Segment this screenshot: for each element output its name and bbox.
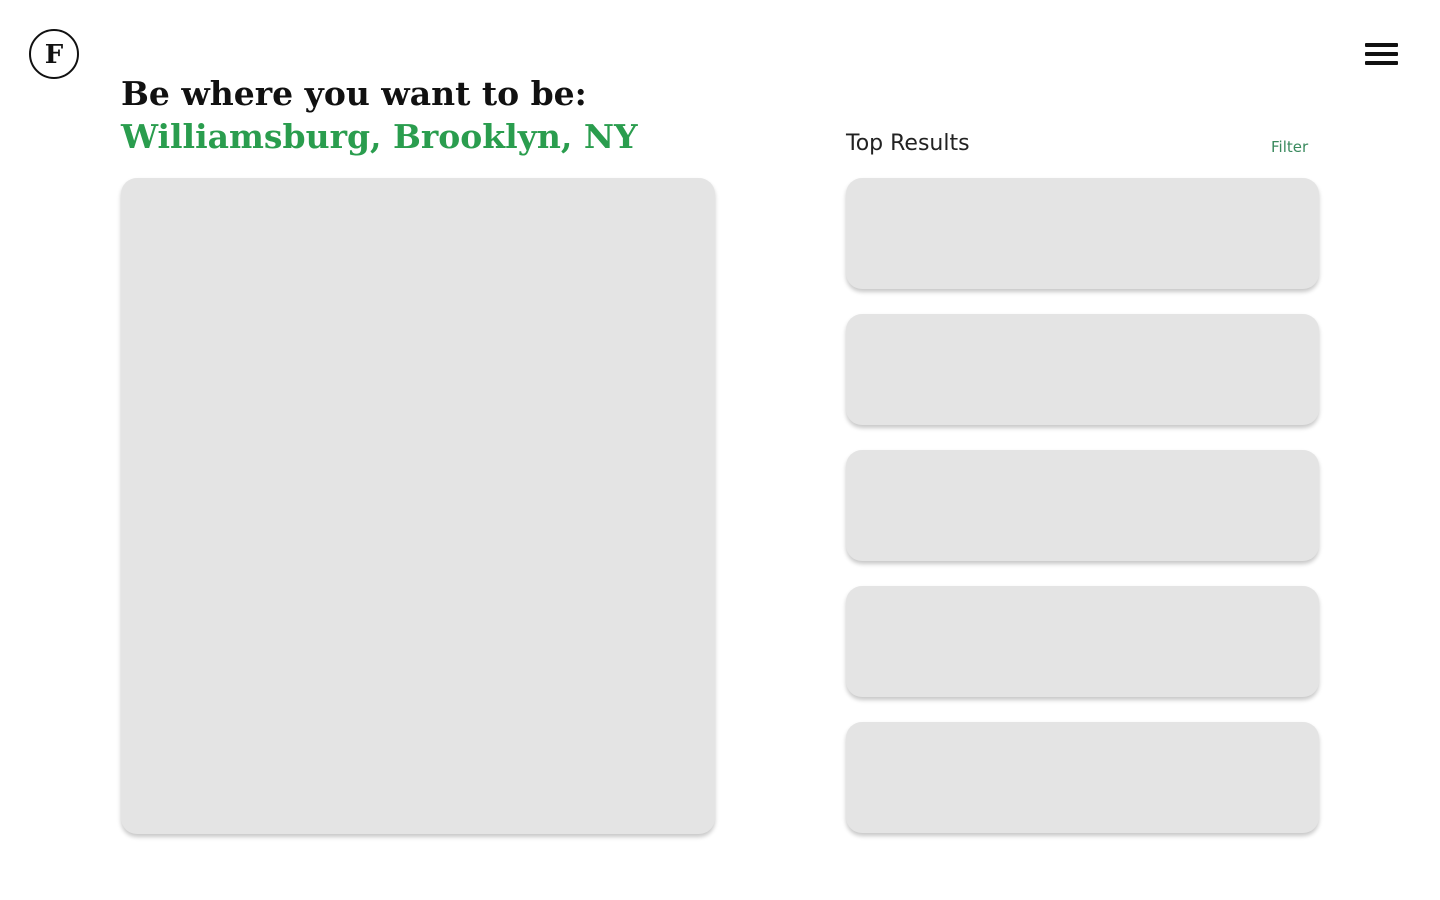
results-title: Top Results: [846, 131, 970, 156]
logo[interactable]: F: [29, 29, 79, 79]
result-card[interactable]: [846, 314, 1319, 425]
hamburger-menu-icon[interactable]: [1364, 43, 1400, 67]
result-card[interactable]: [846, 586, 1319, 697]
results-list: [846, 178, 1319, 833]
page-headline: Be where you want to be:: [121, 74, 587, 113]
menu-line-top: [1365, 43, 1398, 47]
result-card[interactable]: [846, 722, 1319, 833]
menu-line-middle: [1365, 52, 1398, 56]
result-card[interactable]: [846, 178, 1319, 289]
location-title: Williamsburg, Brooklyn, NY: [121, 117, 638, 156]
menu-line-bottom: [1365, 61, 1398, 65]
filter-link[interactable]: Filter: [1271, 137, 1308, 157]
logo-letter: F: [44, 39, 64, 70]
map-panel[interactable]: [121, 178, 715, 834]
result-card[interactable]: [846, 450, 1319, 561]
